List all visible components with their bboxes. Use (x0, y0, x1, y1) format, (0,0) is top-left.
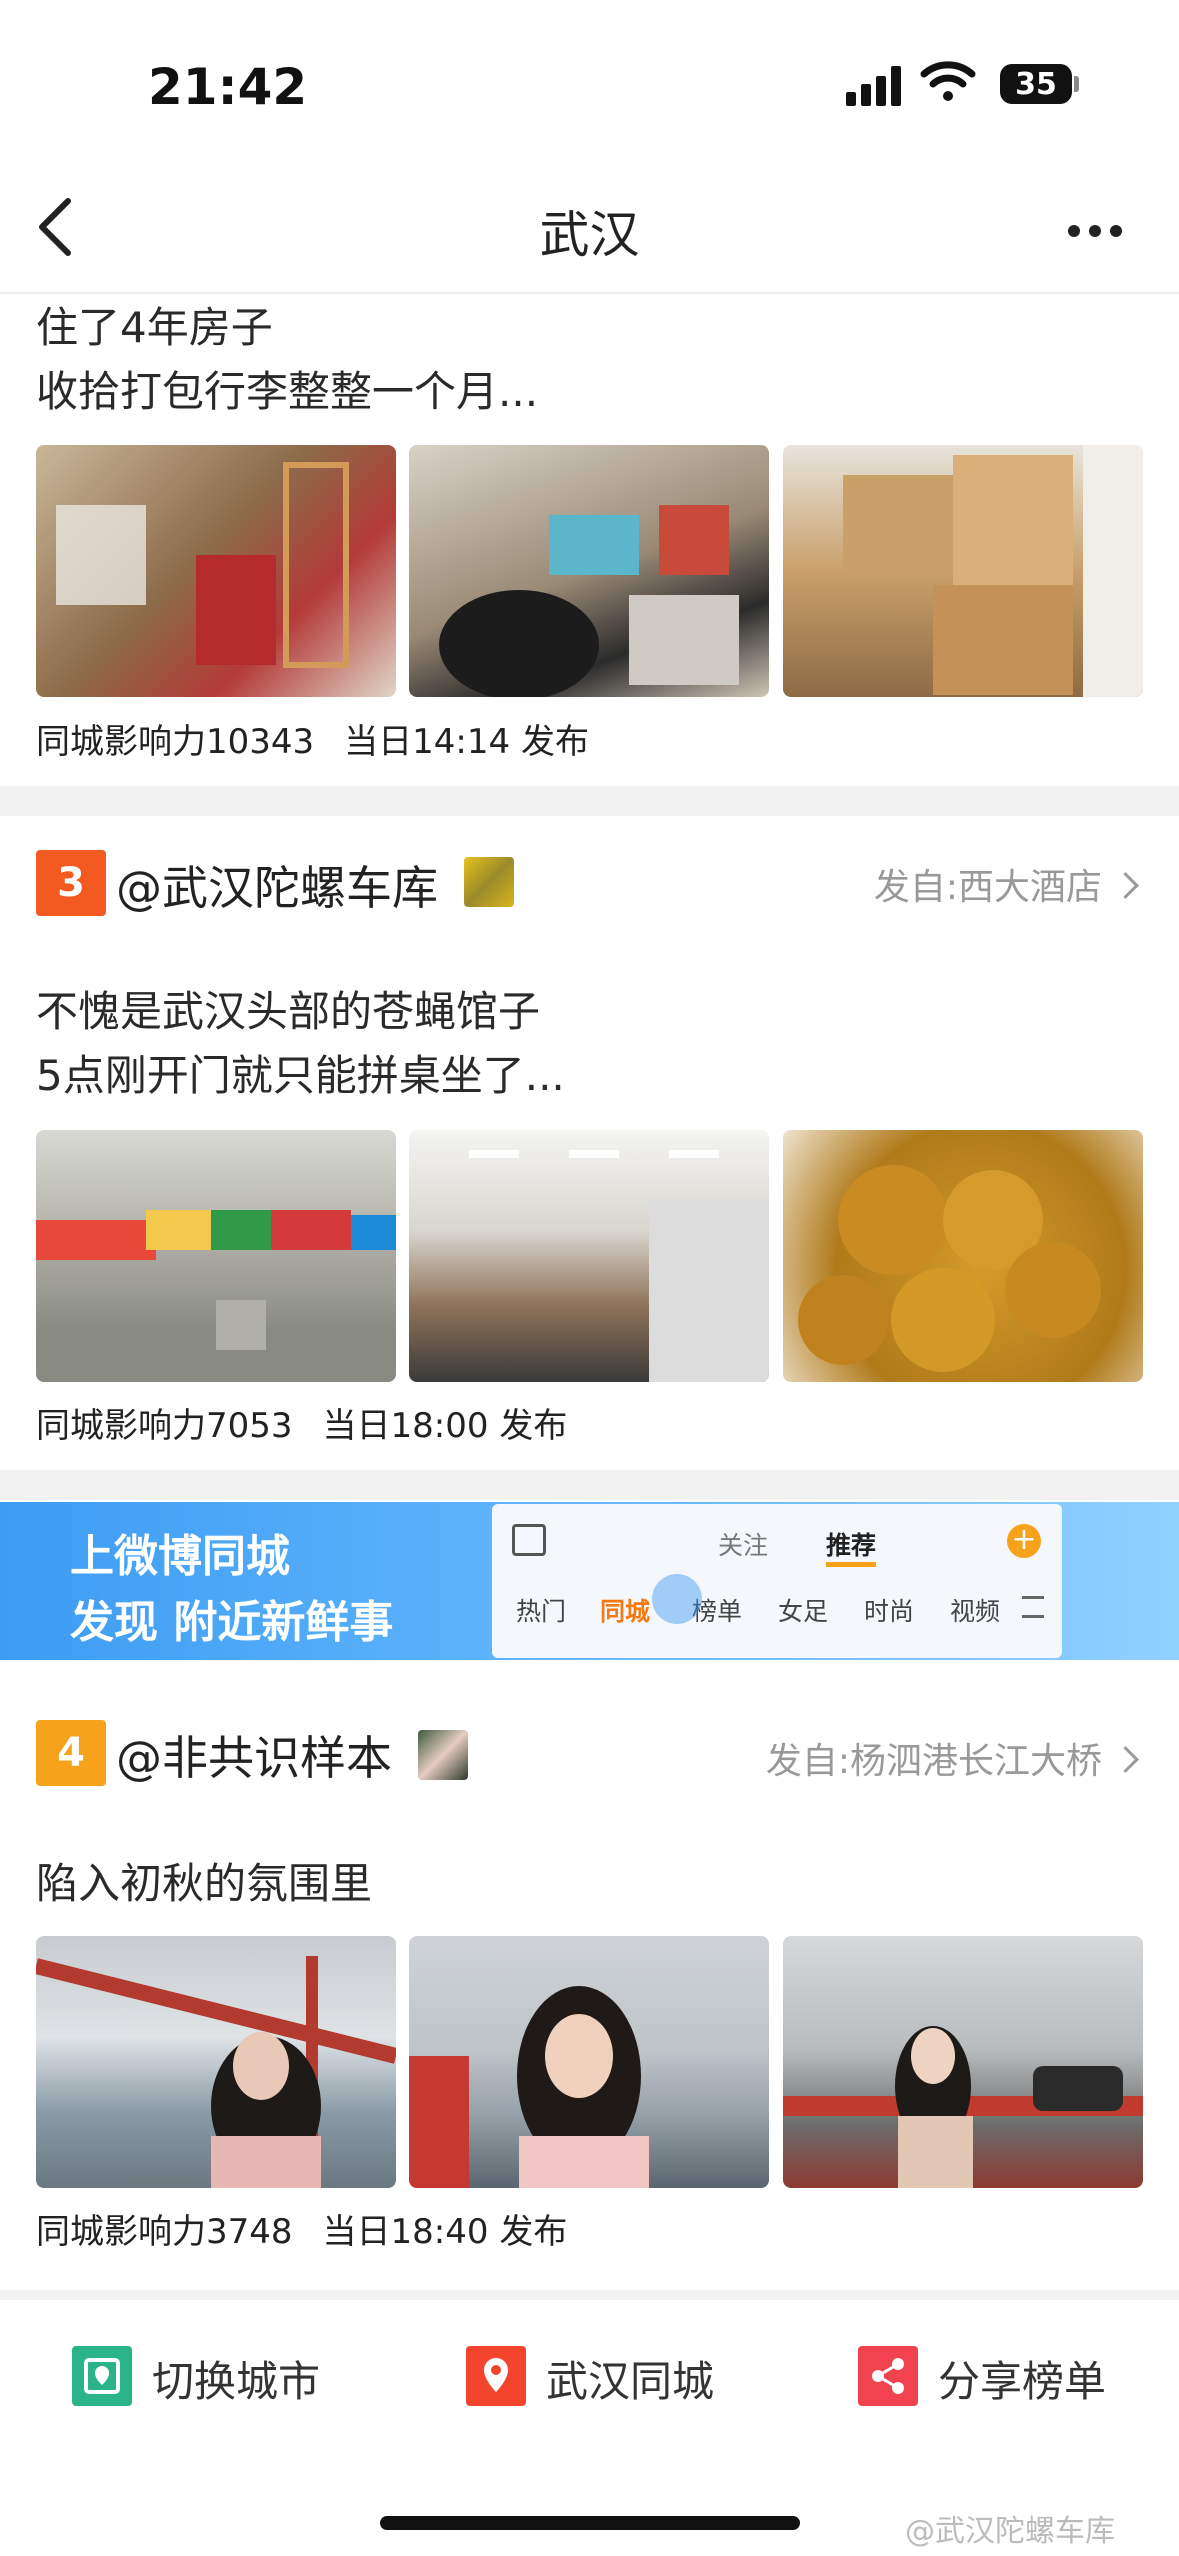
banner-cat: 视频 (950, 1597, 1001, 1626)
section-divider (0, 786, 1179, 816)
banner-line2: 发现 附近新鲜事 (70, 1597, 394, 1648)
battery-icon: 35 (1000, 64, 1072, 104)
rank-badge: 4 (36, 1720, 106, 1786)
location-icon (466, 2346, 526, 2406)
watermark: @武汉陀螺车库 (905, 2514, 1115, 2549)
author-name[interactable]: @武汉陀螺车库 (116, 852, 438, 918)
chevron-right-icon (1112, 872, 1139, 899)
nav-divider (0, 292, 1179, 294)
location-link[interactable]: 发自:西大酒店 (873, 858, 1139, 910)
map-pin-icon (72, 2346, 132, 2406)
city-local-button[interactable]: 武汉同城 (466, 2342, 796, 2412)
post-text[interactable]: 住了4年房子 收拾打包行李整整一个月... (36, 296, 538, 424)
home-indicator[interactable] (380, 2516, 800, 2530)
add-icon: + (1007, 1524, 1041, 1558)
banner-tab-follow: 关注 (718, 1531, 769, 1560)
location-link[interactable]: 发自:杨泗港长江大桥 (765, 1732, 1139, 1784)
influence-value: 7053 (206, 1406, 293, 1446)
weibo-city-banner[interactable]: 上微博同城 发现 附近新鲜事 关注 推荐 + 热门 同城 榜单 女足 时尚 视频 (0, 1502, 1179, 1660)
location-text: 发自:杨泗港长江大桥 (765, 1741, 1102, 1782)
share-icon (858, 2346, 918, 2406)
switch-city-label: 切换城市 (152, 2357, 321, 2406)
status-time: 21:42 (148, 58, 308, 116)
influence-value: 3748 (206, 2212, 293, 2252)
share-rank-label: 分享榜单 (938, 2357, 1107, 2406)
post-meta: 同城影响力7053 当日18:00 发布 (36, 1398, 567, 1447)
post-image[interactable] (783, 1936, 1143, 2188)
switch-city-button[interactable]: 切换城市 (72, 2342, 402, 2412)
battery-tip (1074, 76, 1079, 92)
battery-level: 35 (1015, 66, 1057, 102)
banner-line1: 上微博同城 (70, 1531, 290, 1582)
rank-badge: 3 (36, 850, 106, 916)
avatar[interactable] (418, 1730, 468, 1780)
post-text[interactable]: 不愧是武汉头部的苍蝇馆子 5点刚开门就只能拼桌坐了... (36, 980, 565, 1108)
post-meta: 同城影响力3748 当日18:40 发布 (36, 2204, 567, 2253)
post-time: 当日18:00 发布 (322, 1406, 568, 1446)
influence-value: 10343 (206, 722, 315, 762)
more-button[interactable] (1068, 222, 1131, 241)
chevron-right-icon (1112, 1746, 1139, 1773)
post-meta: 同城影响力10343 当日14:14 发布 (36, 714, 589, 763)
post-image[interactable] (36, 1936, 396, 2188)
city-local-label: 武汉同城 (546, 2357, 715, 2406)
post-image[interactable] (409, 445, 769, 697)
banner-cat: 同城 (600, 1597, 651, 1626)
calendar-icon (512, 1524, 546, 1556)
post-image[interactable] (36, 1130, 396, 1382)
influence-label: 同城影响力 (36, 1406, 206, 1446)
post-image[interactable] (783, 1130, 1143, 1382)
post-image[interactable] (409, 1130, 769, 1382)
banner-tab-recommend: 推荐 (826, 1526, 877, 1567)
banner-text: 上微博同城 发现 附近新鲜事 (70, 1524, 393, 1656)
section-divider (0, 1470, 1179, 1500)
post-image[interactable] (36, 445, 396, 697)
share-rank-button[interactable]: 分享榜单 (858, 2342, 1158, 2412)
banner-cat: 时尚 (864, 1597, 915, 1626)
author-name[interactable]: @非共识样本 (116, 1722, 392, 1788)
bottom-divider (0, 2290, 1179, 2300)
location-text: 发自:西大酒店 (873, 867, 1102, 908)
wifi-icon (920, 60, 976, 106)
cellular-signal-icon (846, 64, 906, 106)
banner-preview: 关注 推荐 + 热门 同城 榜单 女足 时尚 视频 (492, 1504, 1062, 1658)
post-text[interactable]: 陷入初秋的氛围里 (36, 1852, 372, 1916)
banner-cat: 女足 (778, 1597, 829, 1626)
influence-label: 同城影响力 (36, 2212, 206, 2252)
avatar[interactable] (464, 857, 514, 907)
post-image[interactable] (783, 445, 1143, 697)
banner-cat: 热门 (516, 1597, 567, 1626)
post-time: 当日18:40 发布 (322, 2212, 568, 2252)
influence-label: 同城影响力 (36, 722, 206, 762)
hand-pointer-icon (652, 1574, 702, 1624)
post-time: 当日14:14 发布 (344, 722, 589, 762)
post-image[interactable] (409, 1936, 769, 2188)
page-title: 武汉 (539, 206, 640, 264)
menu-icon (1022, 1596, 1044, 1618)
